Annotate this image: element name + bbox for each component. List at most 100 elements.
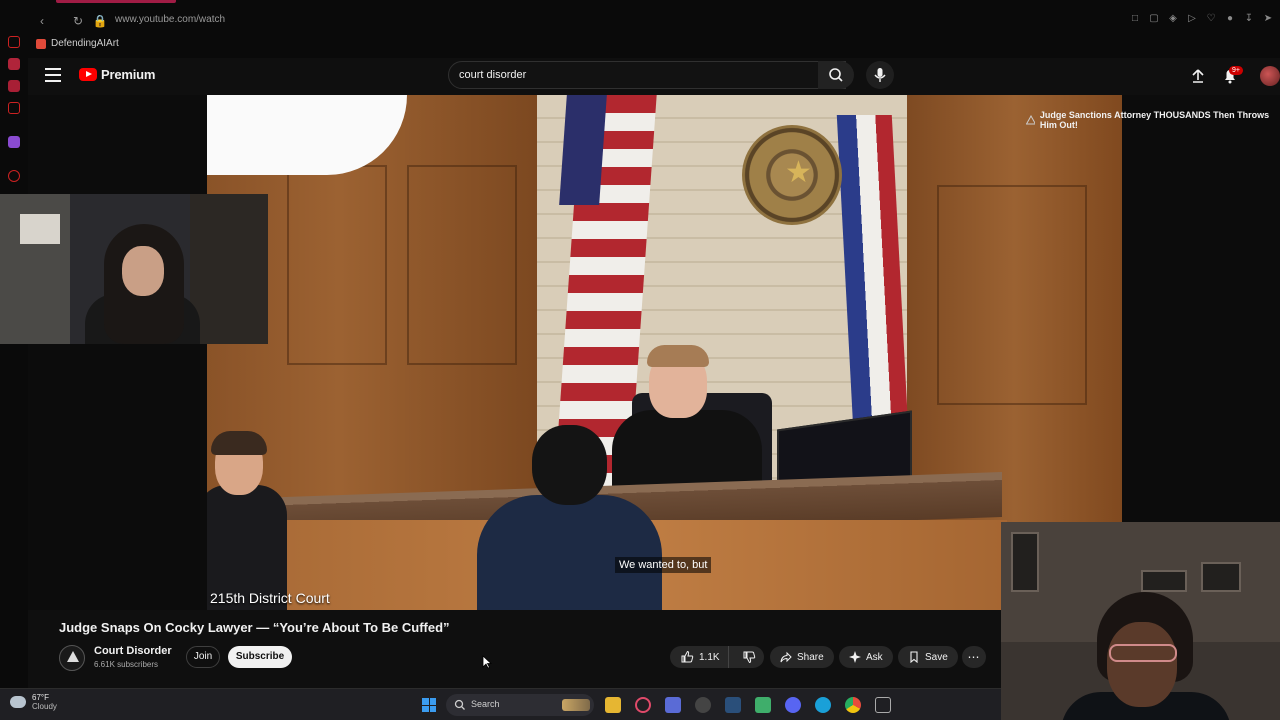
- account-avatar[interactable]: [1260, 66, 1280, 86]
- reload-icon[interactable]: ↻: [70, 13, 86, 29]
- obs-icon[interactable]: [695, 697, 711, 713]
- heart-icon[interactable]: ♡: [1205, 13, 1217, 25]
- dislike-button[interactable]: [734, 650, 764, 664]
- taskbar-search[interactable]: Search: [446, 694, 594, 716]
- bookmark-item[interactable]: DefendingAIArt: [36, 38, 119, 49]
- webcam-wall-frame: [1141, 570, 1187, 592]
- play-icon[interactable]: ▷: [1186, 13, 1198, 25]
- video-caption: We wanted to, but: [615, 557, 712, 573]
- thumbs-down-icon: [743, 651, 756, 664]
- voice-search-button[interactable]: [866, 61, 894, 89]
- up-next-title[interactable]: Judge Sanctions Attorney THOUSANDS Then …: [1026, 110, 1280, 130]
- share-label: Share: [797, 651, 824, 663]
- webcam-person-glasses: [1109, 644, 1177, 662]
- lock-icon: 🔒: [92, 14, 108, 28]
- wall-panel: [407, 165, 517, 365]
- visual-studio-icon[interactable]: [665, 697, 681, 713]
- snipping-tool-icon[interactable]: [875, 697, 891, 713]
- webcam-wall-frame: [1201, 562, 1241, 592]
- upload-icon[interactable]: [1189, 67, 1207, 85]
- taskbar-search-icon: [454, 699, 465, 710]
- webcam-person-face: [1107, 622, 1177, 707]
- search-icon: [829, 68, 843, 82]
- notification-badge: 9+: [1229, 66, 1243, 75]
- join-button[interactable]: Join: [186, 646, 220, 668]
- chrome-icon[interactable]: [845, 697, 861, 713]
- profile-icon[interactable]: ●: [1224, 13, 1236, 25]
- share-button[interactable]: Share: [770, 646, 834, 668]
- youtube-logo[interactable]: Premium: [79, 67, 155, 82]
- menu-icon[interactable]: [45, 68, 61, 82]
- youtube-header: Premium court disorder ✕ 9+: [28, 58, 1280, 94]
- download-icon[interactable]: ↧: [1243, 13, 1255, 25]
- screenshot-icon[interactable]: ▢: [1148, 13, 1160, 25]
- search-highlight-art: [562, 699, 590, 711]
- active-tab-indicator[interactable]: [56, 0, 176, 3]
- screen: ‹ ↻ 🔒 www.youtube.com/watch □ ▢ ◈ ▷ ♡ ● …: [0, 0, 1280, 720]
- subscriber-count: 6.61K subscribers: [94, 660, 159, 669]
- streamer-face: [122, 246, 164, 296]
- like-button[interactable]: 1.1K: [670, 646, 729, 668]
- windows-taskbar: 67°F Cloudy Search: [0, 688, 1001, 720]
- lawyer-center-head: [532, 425, 607, 505]
- save-bookmark-icon: [910, 651, 918, 663]
- more-actions-button[interactable]: ⋯: [962, 646, 986, 668]
- video-scene-judge-hair: [647, 345, 709, 367]
- search-button[interactable]: [818, 61, 854, 89]
- taskbar-search-label: Search: [471, 699, 500, 709]
- back-icon[interactable]: ‹: [34, 13, 50, 29]
- subscribe-button[interactable]: Subscribe: [228, 646, 292, 668]
- warning-icon: [1026, 115, 1035, 125]
- opera-icon[interactable]: [635, 697, 651, 713]
- more-icon: ⋯: [967, 650, 981, 664]
- wall-panel: [287, 165, 387, 365]
- up-next-text: Judge Sanctions Attorney THOUSANDS Then …: [1039, 110, 1270, 130]
- lawyer-left-hair: [211, 431, 267, 455]
- sidebar-bag-icon[interactable]: [8, 58, 20, 70]
- webcam-wall-frame: [1011, 532, 1039, 592]
- start-button[interactable]: [422, 698, 436, 712]
- address-bar[interactable]: www.youtube.com/watch: [115, 14, 225, 25]
- weather-widget[interactable]: 67°F Cloudy: [10, 693, 57, 711]
- video-scene-lawyer-left: [207, 431, 287, 610]
- channel-name[interactable]: Court Disorder: [94, 645, 172, 657]
- streamer-webcam-top: [0, 194, 268, 344]
- edge-icon[interactable]: [815, 697, 831, 713]
- discord-icon[interactable]: [785, 697, 801, 713]
- sidebar-history-icon[interactable]: [8, 36, 20, 48]
- browser-toolbar: ‹ ↻ 🔒 www.youtube.com/watch □ ▢ ◈ ▷ ♡ ● …: [0, 0, 1280, 58]
- sidebar-twitch-icon[interactable]: [8, 136, 20, 148]
- sidebar-heart-icon[interactable]: [8, 80, 20, 92]
- webcam-appliance: [20, 214, 60, 244]
- like-dislike-group: 1.1K: [670, 646, 764, 668]
- bookmark-label: DefendingAIArt: [51, 38, 119, 49]
- ask-label: Ask: [866, 651, 883, 663]
- weather-temperature: 67°F: [32, 693, 49, 702]
- search-query: court disorder: [459, 69, 527, 81]
- video-player[interactable]: ★ We wanted to, but 215th District Court: [207, 95, 1122, 610]
- thumbs-up-icon: [681, 650, 694, 663]
- youtube-play-icon: [79, 68, 97, 81]
- streamer-webcam-bottom: [1001, 522, 1280, 720]
- file-explorer-icon[interactable]: [605, 697, 621, 713]
- weather-description: Cloudy: [32, 702, 57, 711]
- extension-bar: □ ▢ ◈ ▷ ♡ ● ↧ ➤: [1129, 13, 1274, 25]
- like-count: 1.1K: [699, 651, 720, 663]
- sidebar-video-icon[interactable]: [8, 102, 20, 114]
- ask-button[interactable]: Ask: [839, 646, 893, 668]
- channel-avatar[interactable]: [59, 645, 85, 671]
- cloud-icon: [10, 696, 26, 708]
- search-input[interactable]: court disorder ✕: [448, 61, 846, 89]
- share-icon: [780, 651, 792, 663]
- shield-icon[interactable]: ◈: [1167, 13, 1179, 25]
- notepad-icon[interactable]: [755, 697, 771, 713]
- ai-extension-icon[interactable]: ➤: [1262, 13, 1274, 25]
- steam-icon[interactable]: [725, 697, 741, 713]
- bookmark-icon[interactable]: □: [1129, 13, 1141, 25]
- video-scene-us-flag-canton: [559, 95, 607, 205]
- save-button[interactable]: Save: [898, 646, 958, 668]
- browser-sidebar: [0, 0, 28, 720]
- sidebar-clock-icon[interactable]: [8, 170, 20, 182]
- video-title: Judge Snaps On Cocky Lawyer — “You’re Ab…: [59, 620, 450, 635]
- microphone-icon: [874, 68, 886, 82]
